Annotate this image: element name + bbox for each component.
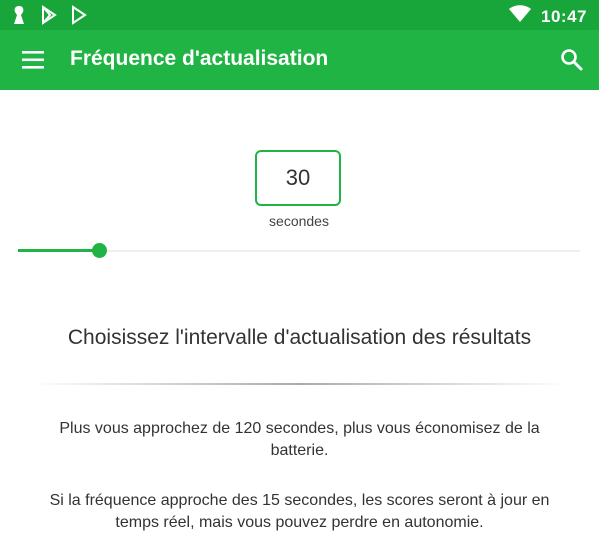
app-bar: Fréquence d'actualisation [0, 30, 599, 90]
play-store-icon [40, 5, 58, 30]
interval-unit-label: secondes [269, 213, 329, 229]
section-heading: Choisissez l'intervalle d'actualisation … [67, 326, 532, 349]
info-paragraph-battery: Plus vous approchez de 120 secondes, plu… [59, 420, 540, 459]
divider [30, 383, 569, 385]
search-icon[interactable] [559, 47, 585, 73]
interval-slider[interactable] [18, 240, 580, 262]
slider-fill [18, 249, 100, 252]
page-title: Fréquence d'actualisation [70, 47, 329, 70]
wifi-icon [509, 5, 532, 28]
status-bar: 10:47 [0, 0, 599, 30]
info-paragraph-realtime: Si la fréquence approche des 15 secondes… [49, 492, 550, 531]
interval-value-field[interactable]: 30 [255, 150, 341, 206]
play-store-icon [70, 5, 88, 30]
status-time: 10:47 [541, 6, 587, 26]
hamburger-menu-icon[interactable] [20, 49, 48, 71]
notification-icon [10, 5, 28, 30]
slider-thumb[interactable] [92, 243, 108, 258]
